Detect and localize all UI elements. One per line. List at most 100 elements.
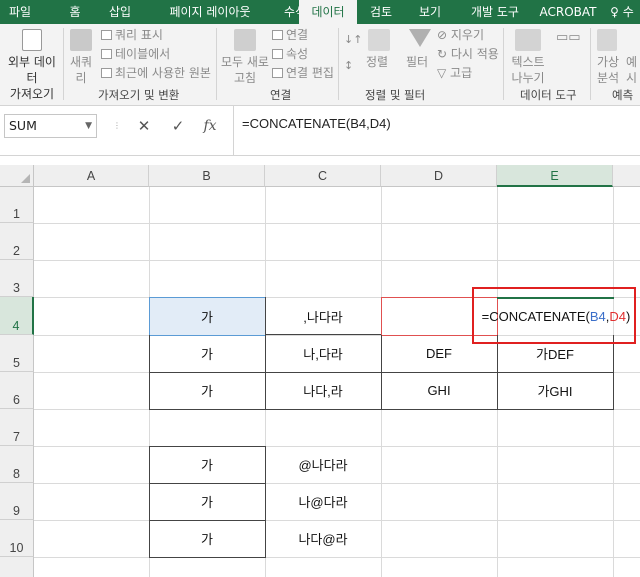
column-header-e[interactable]: E — [497, 165, 613, 187]
cell-c9[interactable]: 나@다라 — [265, 483, 381, 520]
cell-b6[interactable]: 가 — [149, 372, 265, 409]
row-header-10[interactable]: 10 — [0, 520, 34, 557]
gridline — [34, 260, 640, 261]
edit-links-label: 연결 편집 — [286, 66, 334, 80]
text-to-columns-button[interactable]: 텍스트 나누기 — [506, 54, 550, 86]
connections-button[interactable]: 연결 — [272, 27, 308, 43]
sort-icon — [368, 29, 390, 51]
show-queries-label: 쿼리 표시 — [115, 28, 163, 42]
sort-button[interactable]: 정렬 — [366, 54, 388, 70]
row-header-1[interactable]: 1 — [0, 187, 34, 223]
tab-page-layout[interactable]: 페이지 레이아웃 — [150, 0, 270, 24]
row-header-11[interactable] — [0, 557, 34, 577]
row-header-8[interactable]: 8 — [0, 446, 34, 483]
advanced-icon: ▽ — [437, 66, 451, 80]
column-header-b[interactable]: B — [149, 165, 265, 187]
reapply-button[interactable]: ↻ 다시 적용 — [437, 46, 499, 62]
connections-label: 연결 — [286, 28, 309, 42]
name-box-value: SUM — [9, 118, 37, 133]
group-label-get-transform: 가져오기 및 변환 — [98, 88, 180, 102]
row-header-3[interactable]: 3 — [0, 260, 34, 297]
refresh-icon — [234, 29, 256, 51]
from-table-button[interactable]: 테이블에서 — [101, 46, 170, 62]
cell-c4[interactable]: ,나다라 — [265, 297, 381, 335]
chevron-down-icon[interactable]: ▼ — [85, 115, 92, 137]
column-header-a[interactable]: A — [34, 165, 149, 187]
what-if-icon — [597, 29, 617, 51]
tab-review[interactable]: 검토 — [361, 0, 401, 24]
cell-c10[interactable]: 나다@라 — [265, 520, 381, 557]
what-if-analysis-button[interactable]: 가상 분석 — [594, 54, 622, 86]
cell-e6[interactable]: 가GHI — [497, 372, 613, 409]
resize-handle-icon[interactable]: ⋮ — [110, 114, 124, 138]
filter-icon — [409, 29, 431, 47]
group-label-connections: 연결 — [270, 88, 292, 102]
sort-za-icon[interactable]: ↕ — [344, 58, 353, 74]
group-separator — [338, 28, 339, 100]
cell-d6[interactable]: GHI — [381, 372, 497, 409]
recent-sources-label: 최근에 사용한 원본 — [115, 66, 211, 80]
properties-button[interactable]: 속성 — [272, 46, 308, 62]
cell-b8[interactable]: 가 — [149, 446, 265, 483]
clear-icon: ⊘ — [437, 28, 451, 42]
cell-c8[interactable]: @나다라 — [265, 446, 381, 483]
sort-az-icon[interactable]: ↓↑ — [344, 32, 362, 48]
clear-filter-button[interactable]: ⊘ 지우기 — [437, 27, 484, 43]
tab-data[interactable]: 데이터 — [299, 0, 357, 24]
tab-file[interactable]: 파일 — [0, 0, 40, 24]
ribbon: 외부 데이터 가져오기 새쿼 리 쿼리 표시 테이블에서 최근에 사용한 원본 … — [0, 24, 640, 106]
enter-formula-button[interactable]: ✓ — [166, 114, 190, 138]
text-to-columns-icon — [515, 29, 541, 51]
name-box[interactable]: SUM ▼ — [4, 114, 97, 138]
cell-b9[interactable]: 가 — [149, 483, 265, 520]
tab-developer[interactable]: 개발 도구 — [460, 0, 530, 24]
tab-view[interactable]: 보기 — [410, 0, 450, 24]
refresh-all-button[interactable]: 모두 새로 고침 — [220, 54, 270, 86]
from-table-label: 테이블에서 — [115, 47, 171, 61]
cell-c5[interactable]: 나,다라 — [265, 335, 381, 372]
tab-acrobat[interactable]: ACROBAT — [536, 0, 600, 24]
select-all-corner[interactable] — [0, 165, 34, 187]
formula-input[interactable]: =CONCATENATE(B4,D4) — [233, 106, 640, 156]
column-header-f[interactable] — [613, 165, 640, 187]
connections-icon — [272, 30, 283, 40]
filter-button[interactable]: 필터 — [406, 54, 428, 70]
row-header-2[interactable]: 2 — [0, 223, 34, 260]
gridline — [34, 223, 640, 224]
cell-c6[interactable]: 나다,라 — [265, 372, 381, 409]
tab-tell-me[interactable]: ♀ 수 — [604, 0, 640, 24]
cell-b5[interactable]: 가 — [149, 335, 265, 372]
column-header-d[interactable]: D — [381, 165, 497, 187]
edit-links-button[interactable]: 연결 편집 — [272, 65, 334, 81]
group-label-data-tools: 데이터 도구 — [520, 88, 577, 102]
tab-home[interactable]: 홈 — [58, 0, 92, 24]
cancel-formula-button[interactable]: ✕ — [132, 114, 156, 138]
reapply-icon: ↻ — [437, 47, 451, 61]
get-external-data-button[interactable]: 외부 데이터 가져오기 — [3, 54, 61, 102]
row-header-7[interactable]: 7 — [0, 409, 34, 446]
insert-function-button[interactable]: fx — [198, 114, 222, 138]
annotation-highlight-box — [472, 287, 636, 344]
recent-sources-button[interactable]: 최근에 사용한 원본 — [101, 65, 211, 81]
forecast-sheet-button[interactable]: 예 시 — [626, 54, 640, 86]
row-header-9[interactable]: 9 — [0, 483, 34, 520]
reapply-label: 다시 적용 — [450, 47, 499, 61]
row-header-5[interactable]: 5 — [0, 335, 34, 372]
row-header-6[interactable]: 6 — [0, 372, 34, 409]
column-header-c[interactable]: C — [265, 165, 381, 187]
cell-b10[interactable]: 가 — [149, 520, 265, 557]
gridline — [34, 557, 640, 558]
new-query-icon — [70, 29, 92, 51]
group-separator — [216, 28, 217, 100]
table-icon — [101, 49, 112, 59]
recent-sources-icon — [101, 68, 112, 78]
data-tools-icons[interactable]: ▭▭ — [556, 30, 581, 46]
tab-insert[interactable]: 삽입 — [100, 0, 140, 24]
new-query-button[interactable]: 새쿼 리 — [66, 54, 96, 86]
cell-b4[interactable]: 가 — [149, 297, 265, 335]
advanced-filter-button[interactable]: ▽ 고급 — [437, 65, 472, 81]
row-header-4[interactable]: 4 — [0, 297, 34, 335]
select-all-icon — [21, 174, 30, 183]
show-queries-button[interactable]: 쿼리 표시 — [101, 27, 163, 43]
properties-label: 속성 — [286, 47, 309, 61]
